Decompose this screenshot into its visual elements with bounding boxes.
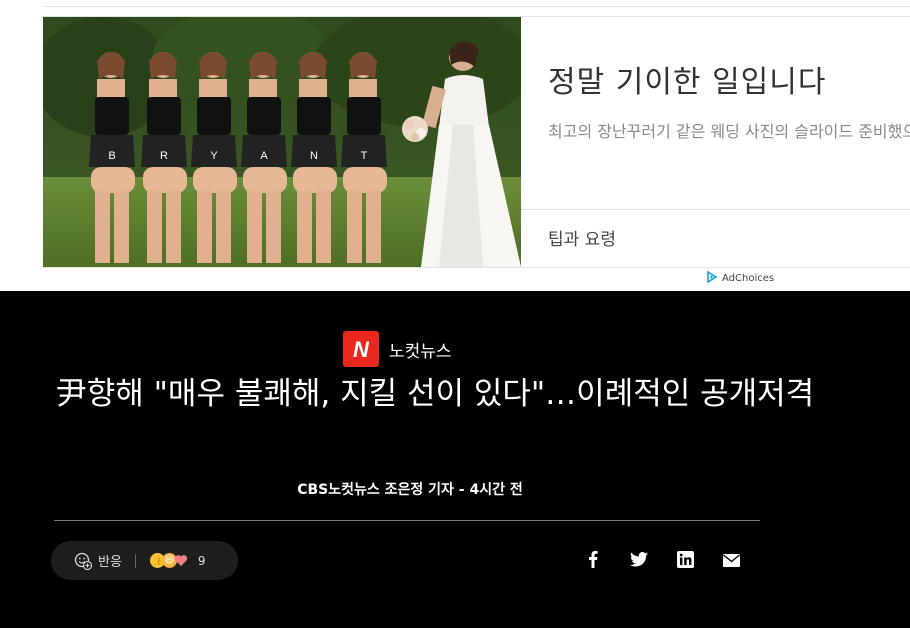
header-divider [54, 520, 760, 521]
ad-text-panel[interactable]: 정말 기이한 일입니다 최고의 장난꾸러기 같은 웨딩 사진의 슬라이드 준비했… [521, 17, 910, 267]
svg-text:T: T [361, 150, 368, 162]
top-divider [43, 6, 910, 7]
adchoices-label: AdChoices [722, 273, 775, 284]
ad-title[interactable]: 정말 기이한 일입니다 [548, 57, 826, 101]
facebook-share-button[interactable] [582, 550, 604, 572]
reaction-count: 9 [197, 553, 206, 568]
twitter-share-button[interactable] [628, 550, 650, 572]
nocut-news-logo: N [343, 331, 379, 367]
ad-section: BRYANT 정말 기이한 일입니다 최고의 장난꾸러기 같은 웨딩 사진의 슬… [0, 0, 910, 291]
svg-text:A: A [260, 150, 268, 162]
article-byline: CBS노컷뉴스 조은정 기자 - 4시간 전 [297, 482, 523, 498]
twitter-icon [630, 551, 648, 571]
svg-text:N: N [353, 337, 370, 361]
svg-text:B: B [108, 150, 115, 162]
svg-text:Y: Y [210, 150, 218, 162]
svg-text:R: R [160, 150, 168, 162]
ad-image[interactable]: BRYANT [43, 17, 521, 267]
svg-text:N: N [310, 150, 318, 162]
email-icon [722, 552, 740, 571]
ad-description: 최고의 장난꾸러기 같은 웨딩 사진의 슬라이드 준비했으니 [548, 122, 910, 141]
heart-icon [174, 553, 189, 568]
reaction-label: 반응 [98, 555, 122, 570]
adchoices-link[interactable]: AdChoices [706, 270, 775, 286]
adchoices-icon [706, 270, 718, 286]
publisher-name: 노컷뉴스 [389, 341, 452, 362]
facebook-icon [588, 550, 598, 572]
article-headline: 尹향해 "매우 불쾌해, 지킬 선이 있다"…이례적인 공개저격 [55, 376, 815, 412]
add-reaction-icon [74, 552, 93, 570]
reactions-button[interactable]: 반응 👍 😆 9 [51, 541, 238, 580]
ad-card[interactable]: BRYANT 정말 기이한 일입니다 최고의 장난꾸러기 같은 웨딩 사진의 슬… [43, 16, 910, 268]
ad-source[interactable]: 팁과 요령 [548, 225, 616, 250]
publisher-brand[interactable]: N 노컷뉴스 [343, 331, 452, 367]
reaction-separator [134, 553, 136, 568]
linkedin-icon [676, 550, 694, 572]
ad-separator [521, 209, 910, 210]
linkedin-share-button[interactable] [674, 550, 696, 572]
email-share-button[interactable] [720, 550, 742, 572]
article-header: N 노컷뉴스 尹향해 "매우 불쾌해, 지킬 선이 있다"…이례적인 공개저격 … [0, 291, 910, 628]
reaction-emojis: 👍 😆 [149, 553, 189, 568]
